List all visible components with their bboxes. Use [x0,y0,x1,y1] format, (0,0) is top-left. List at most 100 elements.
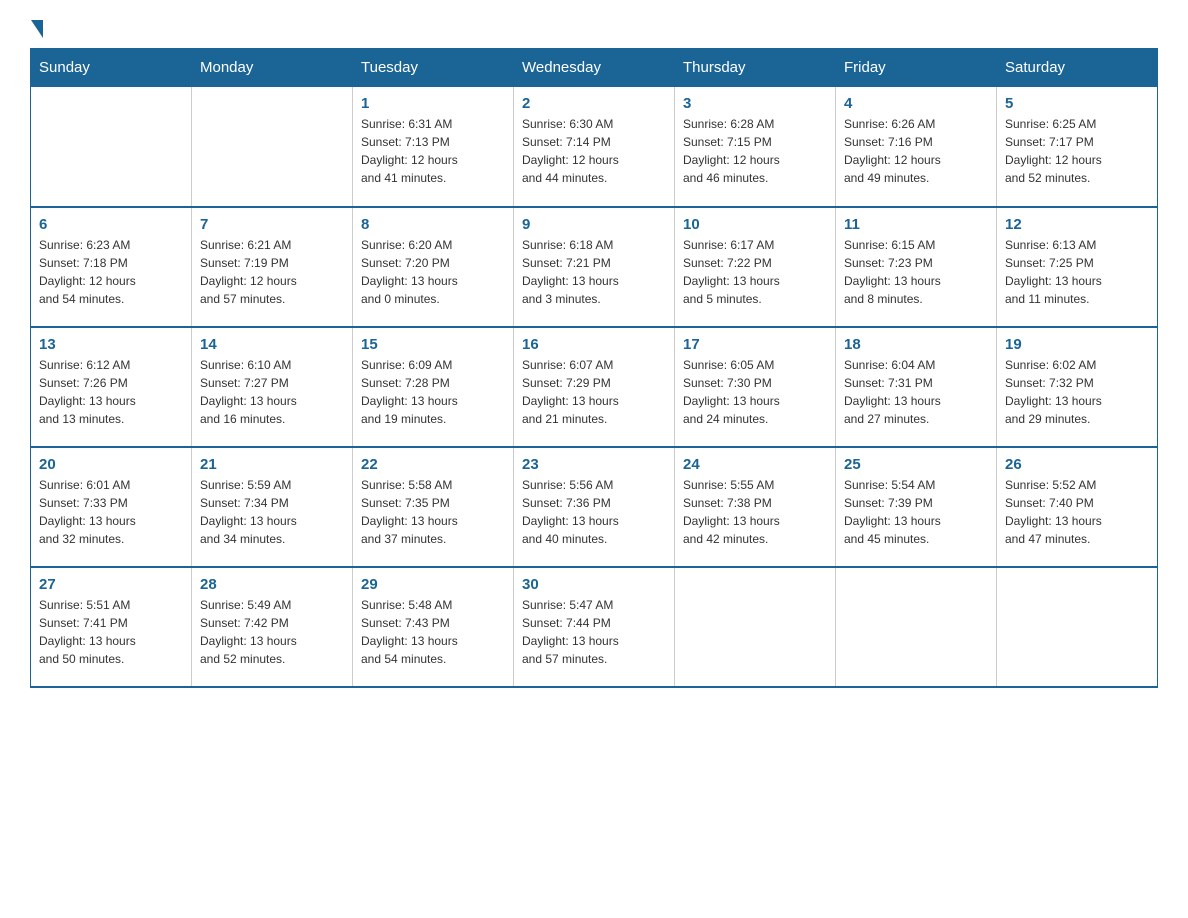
calendar-week-row: 27 Sunrise: 5:51 AM Sunset: 7:41 PM Dayli… [31,567,1158,687]
weekday-header-wednesday: Wednesday [514,49,675,87]
calendar-week-row: 13 Sunrise: 6:12 AM Sunset: 7:26 PM Dayli… [31,327,1158,447]
day-number: 28 [200,576,344,593]
day-info: Sunrise: 6:18 AM Sunset: 7:21 PM Dayligh… [522,236,666,308]
day-number: 15 [361,336,505,353]
day-number: 9 [522,216,666,233]
calendar-cell: 19 Sunrise: 6:02 AM Sunset: 7:32 PM Dayli… [997,327,1158,447]
day-number: 10 [683,216,827,233]
calendar-cell: 9 Sunrise: 6:18 AM Sunset: 7:21 PM Daylig… [514,207,675,327]
day-number: 7 [200,216,344,233]
day-info: Sunrise: 5:54 AM Sunset: 7:39 PM Dayligh… [844,476,988,548]
day-info: Sunrise: 6:30 AM Sunset: 7:14 PM Dayligh… [522,115,666,187]
day-number: 6 [39,216,183,233]
day-number: 25 [844,456,988,473]
day-number: 24 [683,456,827,473]
calendar-cell [836,567,997,687]
day-info: Sunrise: 6:10 AM Sunset: 7:27 PM Dayligh… [200,356,344,428]
day-info: Sunrise: 5:56 AM Sunset: 7:36 PM Dayligh… [522,476,666,548]
calendar-cell: 3 Sunrise: 6:28 AM Sunset: 7:15 PM Daylig… [675,87,836,207]
weekday-header-thursday: Thursday [675,49,836,87]
calendar-cell: 17 Sunrise: 6:05 AM Sunset: 7:30 PM Dayli… [675,327,836,447]
weekday-header-friday: Friday [836,49,997,87]
day-info: Sunrise: 6:09 AM Sunset: 7:28 PM Dayligh… [361,356,505,428]
calendar-cell: 12 Sunrise: 6:13 AM Sunset: 7:25 PM Dayli… [997,207,1158,327]
calendar-cell: 2Sunrise: 6:30 AM Sunset: 7:14 PM Daylig… [514,87,675,207]
day-number: 5 [1005,95,1149,112]
day-info: Sunrise: 6:07 AM Sunset: 7:29 PM Dayligh… [522,356,666,428]
day-number: 19 [1005,336,1149,353]
day-number: 3 [683,95,827,112]
calendar-cell: 6 Sunrise: 6:23 AM Sunset: 7:18 PM Daylig… [31,207,192,327]
calendar-cell: 20Sunrise: 6:01 AM Sunset: 7:33 PM Dayli… [31,447,192,567]
day-number: 16 [522,336,666,353]
calendar-cell: 26 Sunrise: 5:52 AM Sunset: 7:40 PM Dayli… [997,447,1158,567]
calendar-cell: 7 Sunrise: 6:21 AM Sunset: 7:19 PM Daylig… [192,207,353,327]
day-number: 14 [200,336,344,353]
calendar-cell: 25 Sunrise: 5:54 AM Sunset: 7:39 PM Dayli… [836,447,997,567]
day-number: 4 [844,95,988,112]
day-info: Sunrise: 5:55 AM Sunset: 7:38 PM Dayligh… [683,476,827,548]
day-info: Sunrise: 5:58 AM Sunset: 7:35 PM Dayligh… [361,476,505,548]
weekday-header-tuesday: Tuesday [353,49,514,87]
calendar-cell: 4 Sunrise: 6:26 AM Sunset: 7:16 PM Daylig… [836,87,997,207]
day-number: 13 [39,336,183,353]
day-number: 12 [1005,216,1149,233]
day-info: Sunrise: 6:20 AM Sunset: 7:20 PM Dayligh… [361,236,505,308]
day-info: Sunrise: 5:51 AM Sunset: 7:41 PM Dayligh… [39,596,183,668]
weekday-header-sunday: Sunday [31,49,192,87]
day-info: Sunrise: 5:52 AM Sunset: 7:40 PM Dayligh… [1005,476,1149,548]
calendar-cell: 28 Sunrise: 5:49 AM Sunset: 7:42 PM Dayli… [192,567,353,687]
calendar-cell: 21 Sunrise: 5:59 AM Sunset: 7:34 PM Dayli… [192,447,353,567]
day-info: Sunrise: 6:01 AM Sunset: 7:33 PM Dayligh… [39,476,183,548]
day-number: 18 [844,336,988,353]
calendar-cell [997,567,1158,687]
day-info: Sunrise: 6:26 AM Sunset: 7:16 PM Dayligh… [844,115,988,187]
day-info: Sunrise: 5:48 AM Sunset: 7:43 PM Dayligh… [361,596,505,668]
calendar-cell: 10 Sunrise: 6:17 AM Sunset: 7:22 PM Dayli… [675,207,836,327]
day-info: Sunrise: 6:31 AM Sunset: 7:13 PM Dayligh… [361,115,505,187]
calendar-week-row: 6 Sunrise: 6:23 AM Sunset: 7:18 PM Daylig… [31,207,1158,327]
weekday-header-monday: Monday [192,49,353,87]
calendar-week-row: 20Sunrise: 6:01 AM Sunset: 7:33 PM Dayli… [31,447,1158,567]
day-number: 27 [39,576,183,593]
calendar-cell: 24 Sunrise: 5:55 AM Sunset: 7:38 PM Dayli… [675,447,836,567]
calendar-cell: 16 Sunrise: 6:07 AM Sunset: 7:29 PM Dayli… [514,327,675,447]
day-info: Sunrise: 5:49 AM Sunset: 7:42 PM Dayligh… [200,596,344,668]
weekday-header-row: SundayMondayTuesdayWednesdayThursdayFrid… [31,49,1158,87]
calendar-cell: 22 Sunrise: 5:58 AM Sunset: 7:35 PM Dayli… [353,447,514,567]
calendar-table: SundayMondayTuesdayWednesdayThursdayFrid… [30,48,1158,688]
day-info: Sunrise: 6:21 AM Sunset: 7:19 PM Dayligh… [200,236,344,308]
calendar-cell: 18 Sunrise: 6:04 AM Sunset: 7:31 PM Dayli… [836,327,997,447]
calendar-cell: 13 Sunrise: 6:12 AM Sunset: 7:26 PM Dayli… [31,327,192,447]
day-number: 17 [683,336,827,353]
day-info: Sunrise: 5:59 AM Sunset: 7:34 PM Dayligh… [200,476,344,548]
day-info: Sunrise: 6:28 AM Sunset: 7:15 PM Dayligh… [683,115,827,187]
day-info: Sunrise: 6:17 AM Sunset: 7:22 PM Dayligh… [683,236,827,308]
day-number: 30 [522,576,666,593]
day-info: Sunrise: 6:23 AM Sunset: 7:18 PM Dayligh… [39,236,183,308]
calendar-cell: 1 Sunrise: 6:31 AM Sunset: 7:13 PM Daylig… [353,87,514,207]
day-number: 23 [522,456,666,473]
calendar-cell: 14 Sunrise: 6:10 AM Sunset: 7:27 PM Dayli… [192,327,353,447]
day-number: 11 [844,216,988,233]
day-number: 1 [361,95,505,112]
calendar-cell: 15 Sunrise: 6:09 AM Sunset: 7:28 PM Dayli… [353,327,514,447]
day-number: 29 [361,576,505,593]
day-info: Sunrise: 5:47 AM Sunset: 7:44 PM Dayligh… [522,596,666,668]
day-info: Sunrise: 6:12 AM Sunset: 7:26 PM Dayligh… [39,356,183,428]
weekday-header-saturday: Saturday [997,49,1158,87]
day-info: Sunrise: 6:13 AM Sunset: 7:25 PM Dayligh… [1005,236,1149,308]
day-number: 21 [200,456,344,473]
calendar-cell [31,87,192,207]
day-info: Sunrise: 6:04 AM Sunset: 7:31 PM Dayligh… [844,356,988,428]
calendar-cell [675,567,836,687]
day-info: Sunrise: 6:25 AM Sunset: 7:17 PM Dayligh… [1005,115,1149,187]
logo [30,20,45,38]
calendar-cell: 23 Sunrise: 5:56 AM Sunset: 7:36 PM Dayli… [514,447,675,567]
day-info: Sunrise: 6:02 AM Sunset: 7:32 PM Dayligh… [1005,356,1149,428]
day-number: 26 [1005,456,1149,473]
calendar-cell: 30 Sunrise: 5:47 AM Sunset: 7:44 PM Dayli… [514,567,675,687]
day-info: Sunrise: 6:05 AM Sunset: 7:30 PM Dayligh… [683,356,827,428]
calendar-cell [192,87,353,207]
day-number: 22 [361,456,505,473]
